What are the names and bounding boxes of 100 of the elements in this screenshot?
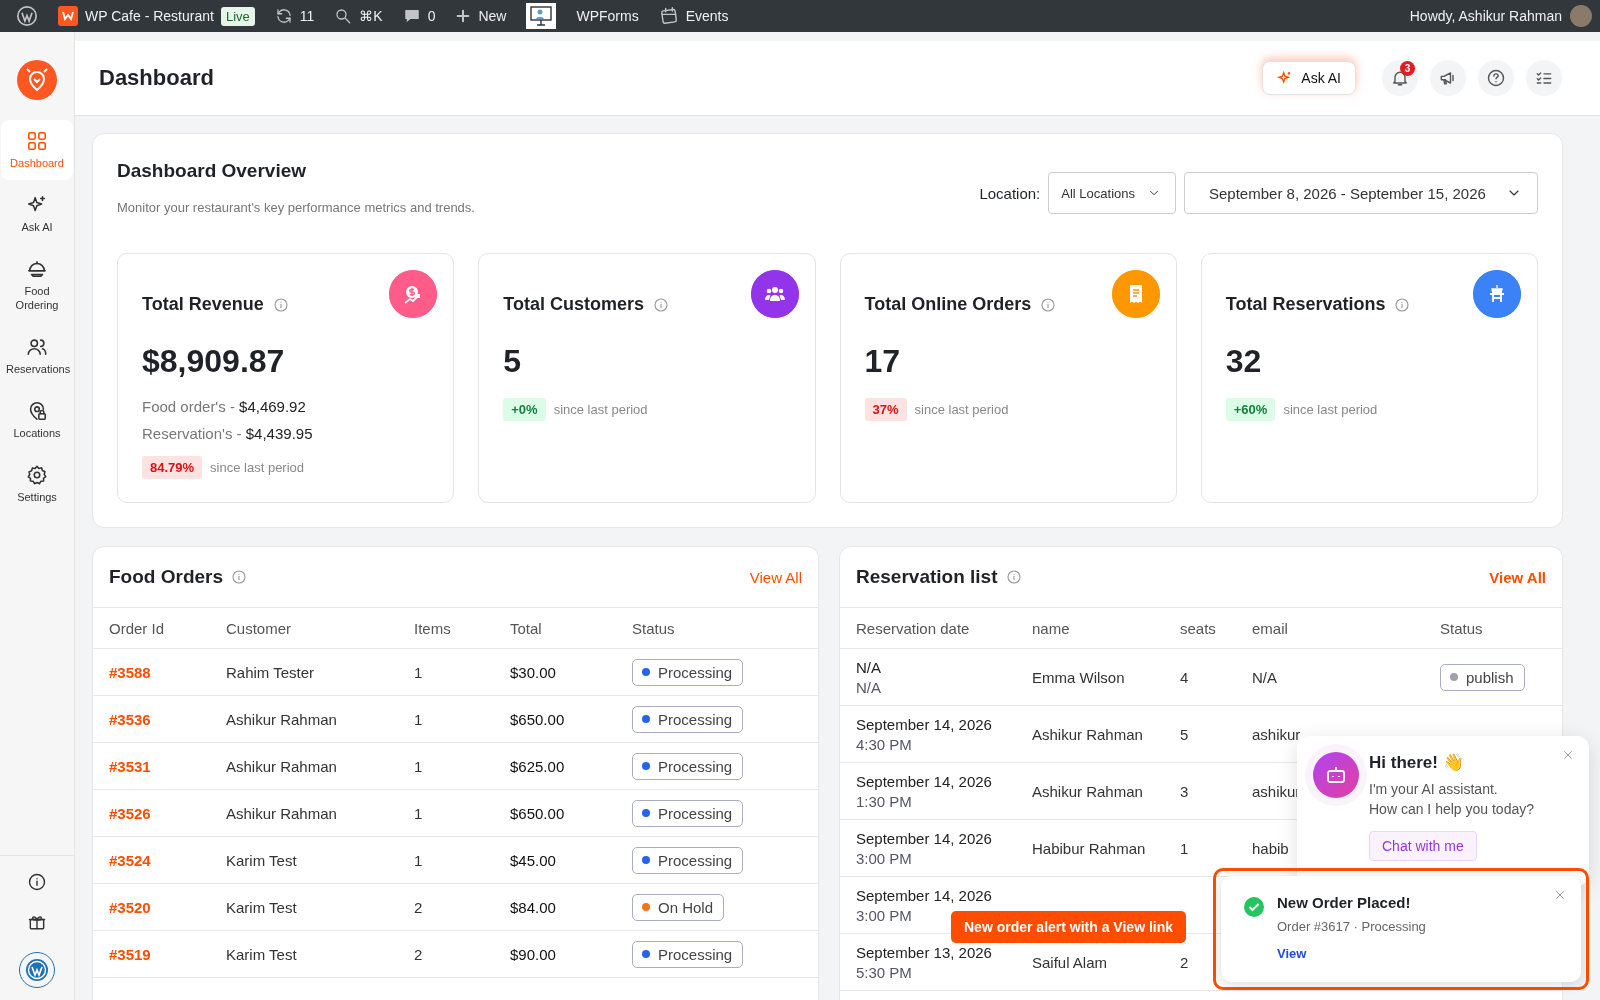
change-badge: 84.79%	[142, 456, 203, 479]
sidebar-item[interactable]: Locations	[1, 389, 73, 451]
change-badge: 37%	[864, 398, 907, 421]
table-cell: 4	[1180, 668, 1189, 686]
table-cell: Karim Test	[226, 898, 297, 916]
megaphone-button[interactable]	[1430, 60, 1466, 96]
grid-icon	[26, 130, 48, 152]
metric-value: 17	[864, 343, 902, 380]
sidebar-item[interactable]: Reservations	[1, 325, 73, 386]
change-note: since last period	[210, 460, 305, 475]
date-range-picker[interactable]: September 8, 2026 - September 15, 2026	[1184, 172, 1538, 214]
toast-title: New Order Placed!	[1277, 894, 1412, 911]
help-button[interactable]	[1478, 60, 1514, 96]
table-cell: $650.00	[510, 710, 565, 728]
ask-ai-button[interactable]: Ask AI	[1262, 61, 1356, 95]
close-button[interactable]	[1561, 748, 1575, 762]
table-cell: Karim Test	[226, 945, 297, 963]
table-cell: Karim Test	[226, 851, 297, 869]
toolbar-count[interactable]: 11	[299, 8, 315, 24]
chat-message: I'm your AI assistant.	[1369, 780, 1499, 799]
table-cell: 3	[1180, 782, 1189, 800]
table-cell: $90.00	[510, 945, 556, 963]
table-cell: Habibur Rahman	[1032, 839, 1146, 857]
status-badge: Live	[220, 6, 255, 26]
info-icon	[27, 872, 47, 892]
toast-message: Order #3617 · Processing	[1277, 919, 1427, 934]
wordpress-logo-icon[interactable]	[16, 5, 38, 27]
toolbar-link[interactable]: WP Cafe - Resturant	[85, 8, 214, 24]
notification-button[interactable]: 3	[1382, 60, 1418, 96]
monitor-icon[interactable]	[526, 3, 557, 29]
toolbar-count[interactable]: ⌘K	[359, 8, 383, 24]
metric-title: Total Reservations	[1225, 294, 1386, 315]
reservation-date: September 14, 2026	[856, 715, 992, 733]
chat-message: How can I help you today?	[1369, 800, 1535, 819]
info-icon	[652, 296, 669, 313]
status-badge: publish	[1440, 663, 1525, 691]
metric-breakdown: Reservation's - $4,439.95	[142, 425, 314, 442]
info-icon	[1040, 296, 1057, 313]
sidebar-item[interactable]: Ask AI	[1, 184, 73, 245]
status-badge: Processing	[632, 658, 744, 686]
status-badge: Processing	[632, 799, 744, 827]
app-logo-icon[interactable]	[17, 60, 57, 100]
annotation-label: New order alert with a View link	[951, 911, 1187, 943]
chat-button[interactable]: Chat with me	[1369, 831, 1477, 861]
notification-count: 3	[1400, 61, 1415, 76]
reservation-date: September 14, 2026	[856, 886, 992, 904]
metric-title: Total Customers	[503, 294, 644, 315]
toolbar-link[interactable]: Events	[685, 8, 729, 24]
reservation-time: 1:30 PM	[856, 792, 913, 810]
table-cell: $84.00	[510, 898, 556, 916]
table-cell: 2	[414, 898, 423, 916]
metric-value: $8,909.87	[142, 343, 286, 380]
reservation-date: September 14, 2026	[856, 829, 992, 847]
location-dropdown[interactable]: All Locations	[1048, 172, 1176, 214]
metric-value: 32	[1225, 343, 1263, 380]
table-cell: 1	[414, 804, 423, 822]
change-note: since last period	[914, 402, 1009, 417]
table-cell: $625.00	[510, 757, 565, 775]
column-header: Items	[414, 619, 451, 637]
table-cell: Emma Wilson	[1032, 668, 1125, 686]
column-header: email	[1252, 619, 1288, 637]
avatar[interactable]	[1570, 5, 1592, 27]
search-icon	[334, 7, 353, 25]
reservation-date: September 13, 2026	[856, 943, 992, 961]
reservation-time: 5:30 PM	[856, 963, 913, 981]
refresh-icon	[274, 7, 293, 25]
metric-value: 5	[503, 343, 523, 380]
checklist-button[interactable]	[1526, 60, 1562, 96]
table-cell: habib	[1252, 839, 1289, 857]
table-cell: $30.00	[510, 663, 556, 681]
greeting-text[interactable]: Howdy, Ashikur Rahman	[1409, 8, 1562, 24]
table-cell: $650.00	[510, 804, 565, 822]
column-header: name	[1032, 619, 1070, 637]
sidebar-item[interactable]: Settings	[1, 454, 73, 515]
table-cell: 2	[414, 945, 423, 963]
change-badge: +60%	[1225, 398, 1276, 421]
table-cell: Ashikur Rahman	[226, 757, 337, 775]
column-header: Order Id	[109, 619, 165, 637]
table-cell: 1	[414, 663, 423, 681]
section-title: Dashboard Overview	[117, 160, 308, 182]
sidebar-item[interactable]: Food Ordering	[1, 248, 73, 322]
status-badge: Processing	[632, 940, 744, 968]
reservation-time: 4:30 PM	[856, 735, 913, 753]
table-cell: Rahim Tester	[226, 663, 315, 681]
status-badge: Processing	[632, 705, 744, 733]
status-badge: Processing	[632, 846, 744, 874]
toolbar-count[interactable]: 0	[427, 8, 436, 24]
close-icon	[1561, 748, 1575, 762]
status-badge: On Hold	[632, 893, 725, 921]
column-header: Reservation date	[856, 619, 970, 637]
table-cell: Saiful Alam	[1032, 953, 1108, 971]
toolbar-link[interactable]: New	[478, 8, 507, 24]
view-link[interactable]: View	[1277, 946, 1307, 961]
column-header: Total	[510, 619, 542, 637]
section-title: Reservation list	[856, 566, 998, 588]
info-icon	[231, 569, 247, 585]
close-button[interactable]	[1553, 888, 1567, 902]
settings-icon	[26, 464, 48, 487]
column-header: Status	[632, 619, 675, 637]
toolbar-link[interactable]: WPForms	[576, 8, 639, 24]
